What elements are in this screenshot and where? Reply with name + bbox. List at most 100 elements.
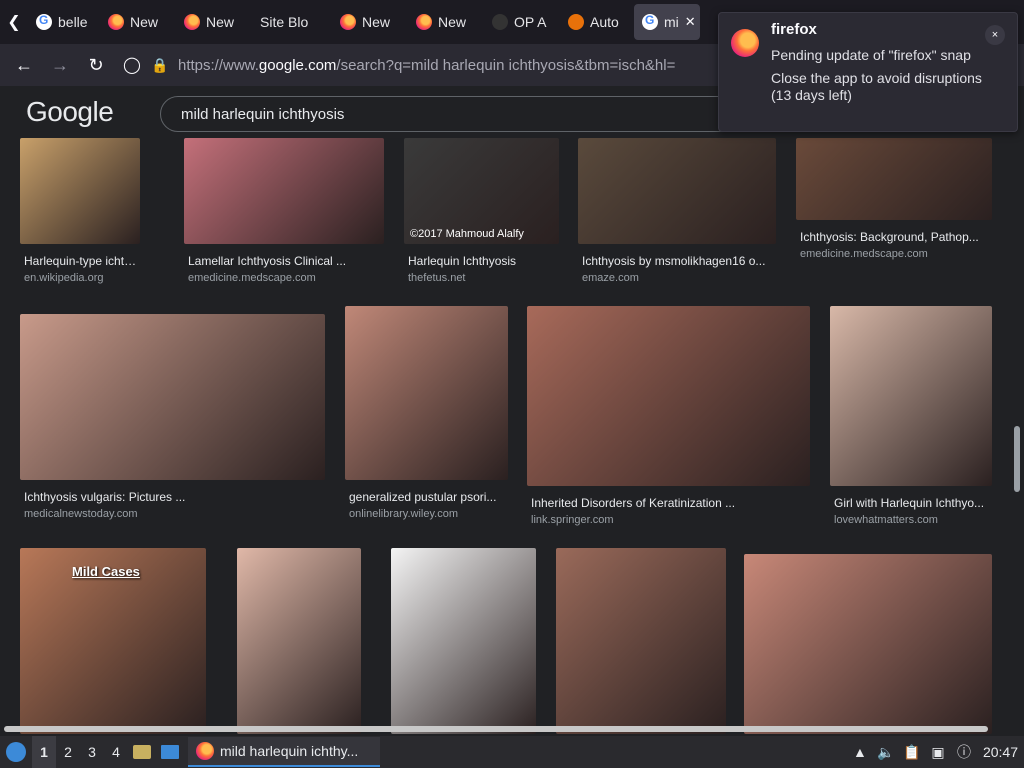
workspace-4[interactable]: 4 <box>104 736 128 768</box>
result-caption[interactable]: Ichthyosis by msmolikhagen16 o... <box>582 254 776 268</box>
tab-label: New <box>206 14 235 30</box>
horizontal-scrollbar[interactable] <box>4 726 988 732</box>
image-result[interactable]: generalized pustular psori... onlinelibra… <box>345 306 508 520</box>
google-icon <box>642 13 658 30</box>
result-thumbnail[interactable] <box>744 554 992 734</box>
notification-title: firefox <box>771 21 817 38</box>
shield-icon[interactable]: ◯ <box>114 47 150 83</box>
tab-label: OP A <box>514 14 547 30</box>
result-caption[interactable]: Inherited Disorders of Keratinization ..… <box>531 496 810 510</box>
image-result[interactable] <box>391 548 536 734</box>
image-result[interactable]: Ichthyosis vulgaris: Pictures ... medical… <box>20 314 325 520</box>
file-manager-launcher[interactable] <box>128 736 156 768</box>
result-thumbnail[interactable] <box>578 138 776 244</box>
result-caption[interactable]: Ichthyosis: Background, Pathop... <box>800 230 992 244</box>
google-icon <box>36 13 52 30</box>
result-source: en.wikipedia.org <box>24 272 104 284</box>
result-thumbnail[interactable] <box>527 306 810 486</box>
url-prefix: https://www. <box>178 56 259 74</box>
result-thumbnail[interactable] <box>20 138 140 244</box>
image-result[interactable]: Inherited Disorders of Keratinization ..… <box>527 306 810 526</box>
notification-line-2: Close the app to avoid disruptions (13 d… <box>771 70 982 103</box>
folder-icon <box>133 745 151 759</box>
workspace-3[interactable]: 3 <box>80 736 104 768</box>
notification-line-1: Pending update of "firefox" snap <box>771 47 971 63</box>
result-caption[interactable]: Harlequin-type ichthyo... <box>24 254 140 268</box>
result-caption[interactable]: Girl with Harlequin Ichthyo... <box>834 496 992 510</box>
result-source: emedicine.medscape.com <box>800 248 928 260</box>
tab-6[interactable]: New <box>408 4 482 40</box>
result-source: emedicine.medscape.com <box>188 272 316 284</box>
forward-button[interactable]: → <box>42 47 78 83</box>
result-thumbnail[interactable] <box>20 314 325 480</box>
tab-7[interactable]: OP A <box>484 4 558 40</box>
result-thumbnail[interactable] <box>237 548 361 734</box>
updates-icon[interactable]: ▲ <box>847 736 873 768</box>
tab-4[interactable]: Site Blo <box>252 4 330 40</box>
result-caption[interactable]: Ichthyosis vulgaris: Pictures ... <box>24 490 325 504</box>
notification-close-button[interactable]: × <box>985 25 1005 45</box>
notification-icon[interactable]: ⓘ <box>951 736 977 768</box>
image-result[interactable]: Girl with Harlequin Ichthyo... lovewhatma… <box>830 306 992 526</box>
image-result[interactable] <box>744 554 992 734</box>
result-thumbnail[interactable] <box>391 548 536 734</box>
taskbar-window-firefox[interactable]: mild harlequin ichthy... <box>188 737 380 767</box>
result-source: onlinelibrary.wiley.com <box>349 508 459 520</box>
search-input[interactable]: mild harlequin ichthyosis <box>160 96 760 132</box>
tab-label: mi <box>664 14 679 30</box>
tab-9[interactable]: mi ✕ <box>634 4 700 40</box>
image-result[interactable]: Harlequin-type ichthyo... en.wikipedia.or… <box>20 138 140 284</box>
back-button[interactable]: ← <box>6 47 42 83</box>
network-icon[interactable]: ▣ <box>925 736 951 768</box>
result-caption[interactable]: Lamellar Ichthyosis Clinical ... <box>188 254 384 268</box>
system-tray: ▲ 🔈 📋 ▣ ⓘ 20:47 <box>847 736 1024 768</box>
tab-close-icon[interactable]: ✕ <box>685 14 696 30</box>
image-result[interactable]: Ichthyosis: Background, Pathop... emedici… <box>796 138 992 260</box>
desktop-icon <box>161 745 179 759</box>
result-thumbnail[interactable] <box>556 548 726 734</box>
url-path: /search?q=mild harlequin ichthyosis&tbm=… <box>336 56 676 74</box>
tab-scroll-left-button[interactable]: ❮ <box>0 0 28 44</box>
desktop-launcher[interactable] <box>156 736 184 768</box>
volume-icon[interactable]: 🔈 <box>873 736 899 768</box>
lock-icon[interactable]: 🔒 <box>150 47 170 83</box>
result-thumbnail[interactable]: Mild Cases <box>20 548 206 734</box>
vertical-scrollbar[interactable] <box>1014 426 1020 492</box>
clock[interactable]: 20:47 <box>977 744 1024 760</box>
result-thumbnail[interactable] <box>796 138 992 220</box>
result-thumbnail[interactable]: ©2017 Mahmoud Alalfy <box>404 138 559 244</box>
image-result[interactable]: Mild Cases <box>20 548 206 734</box>
google-logo[interactable]: Google <box>26 96 114 128</box>
result-caption[interactable]: generalized pustular psori... <box>349 490 508 504</box>
image-results: Harlequin-type ichthyo... en.wikipedia.or… <box>0 138 1024 734</box>
result-thumbnail[interactable] <box>830 306 992 486</box>
workspace-2[interactable]: 2 <box>56 736 80 768</box>
image-result[interactable]: ©2017 Mahmoud Alalfy Harlequin Ichthyosis… <box>404 138 559 284</box>
tab-3[interactable]: New <box>176 4 250 40</box>
result-thumbnail[interactable] <box>345 306 508 480</box>
result-thumbnail[interactable] <box>184 138 384 244</box>
image-result[interactable] <box>237 548 361 734</box>
tab-label: New <box>438 14 467 30</box>
result-source: medicalnewstoday.com <box>24 508 138 520</box>
tab-1[interactable]: belle <box>28 4 98 40</box>
clipboard-icon[interactable]: 📋 <box>899 736 925 768</box>
image-result[interactable]: Ichthyosis by msmolikhagen16 o... emaze.c… <box>578 138 776 284</box>
image-result[interactable]: Lamellar Ichthyosis Clinical ... emedicin… <box>184 138 384 284</box>
start-menu-button[interactable] <box>0 736 32 768</box>
reload-button[interactable]: ↻ <box>78 47 114 83</box>
workspace-1[interactable]: 1 <box>32 736 56 768</box>
url-host: google.com <box>258 56 337 74</box>
notification-body: Pending update of "firefox" snap Close t… <box>771 47 991 110</box>
tab-5[interactable]: New <box>332 4 406 40</box>
firefox-icon <box>184 14 200 30</box>
tab-label: New <box>130 14 159 30</box>
firefox-icon <box>196 742 214 760</box>
tab-8[interactable]: Auto <box>560 4 632 40</box>
op-icon <box>492 14 508 30</box>
result-caption[interactable]: Harlequin Ichthyosis <box>408 254 559 268</box>
tab-2[interactable]: New <box>100 4 174 40</box>
image-result[interactable] <box>556 548 726 734</box>
result-source: link.springer.com <box>531 514 614 526</box>
firefox-icon <box>108 14 124 30</box>
